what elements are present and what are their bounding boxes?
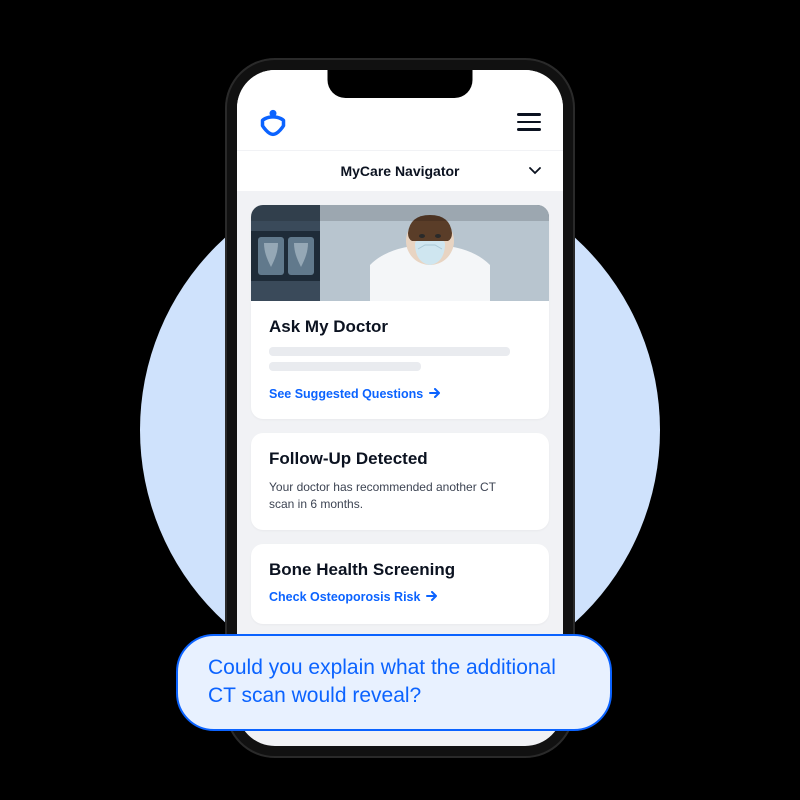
followup-body: Your doctor has recommended another CT s… [269, 479, 509, 514]
see-suggested-questions-link[interactable]: See Suggested Questions [269, 387, 441, 401]
followup-card: Follow-Up Detected Your doctor has recom… [251, 433, 549, 530]
content-placeholder [269, 347, 531, 371]
nav-title-label: MyCare Navigator [340, 163, 459, 179]
suggestion-text: Could you explain what the additional CT… [208, 656, 556, 707]
chevron-down-icon [529, 162, 541, 180]
link-label: See Suggested Questions [269, 387, 423, 401]
content-area: Ask My Doctor See Suggested Questions [237, 191, 563, 652]
bone-health-card: Bone Health Screening Check Osteoporosis… [251, 544, 549, 624]
phone-notch [328, 70, 473, 98]
nav-title-bar[interactable]: MyCare Navigator [237, 151, 563, 191]
followup-title: Follow-Up Detected [269, 449, 531, 469]
app-logo-icon[interactable] [259, 108, 287, 136]
suggestion-bubble[interactable]: Could you explain what the additional CT… [176, 634, 612, 731]
arrow-right-icon [426, 590, 438, 604]
card-hero-image [251, 205, 549, 301]
link-label: Check Osteoporosis Risk [269, 590, 420, 604]
hamburger-menu-icon[interactable] [517, 113, 541, 131]
check-osteoporosis-link[interactable]: Check Osteoporosis Risk [269, 590, 438, 604]
bone-health-title: Bone Health Screening [269, 560, 531, 580]
arrow-right-icon [429, 387, 441, 401]
ask-doctor-title: Ask My Doctor [269, 317, 531, 337]
ask-doctor-card: Ask My Doctor See Suggested Questions [251, 205, 549, 419]
